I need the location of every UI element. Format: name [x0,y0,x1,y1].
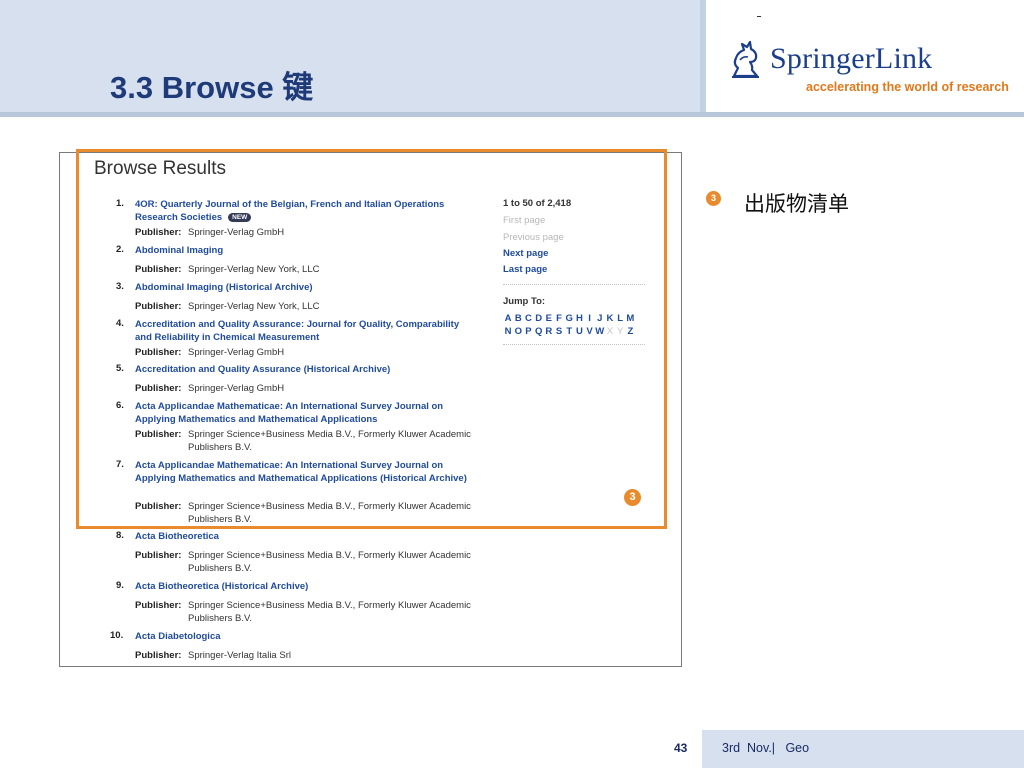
jump-letter-h[interactable]: H [574,313,584,324]
result-number: 2. [116,244,124,255]
logo-mark-dash [757,16,761,17]
jump-letter-r[interactable]: R [544,326,554,337]
jump-letter-o[interactable]: O [513,326,523,337]
result-number: 3. [116,281,124,292]
jump-letter-d[interactable]: D [534,313,544,324]
result-count: 1 to 50 of 2,418 [503,198,572,209]
publisher-label: Publisher: [135,383,182,394]
jump-letter-f[interactable]: F [554,313,564,324]
jump-letter-g[interactable]: G [564,313,574,324]
jump-to-label: Jump To: [503,296,546,307]
previous-page-link: Previous page [503,232,564,243]
jump-letter-n[interactable]: N [503,326,513,337]
result-title-link[interactable]: Acta Biotheoretica (Historical Archive) [135,580,475,593]
highlight-marker: 3 [624,489,641,506]
result-title-link[interactable]: Acta Diabetologica [135,630,475,643]
springer-horse-icon [732,40,759,78]
browse-results-heading: Browse Results [94,158,226,179]
jump-letter-c[interactable]: C [523,313,533,324]
next-page-link[interactable]: Next page [503,248,548,259]
publisher-label: Publisher: [135,600,182,611]
publisher-name: Springer Science+Business Media B.V., Fo… [188,501,471,525]
jump-letter-p[interactable]: P [523,326,533,337]
publisher-name: Springer-Verlag GmbH [188,227,285,238]
slide-title: 3.3 Browse 键 [110,70,314,105]
bullet-text: 出版物清单 [744,192,849,216]
first-page-link: First page [503,215,546,226]
jump-letter-m[interactable]: M [625,313,635,324]
publisher-label: Publisher: [135,301,182,312]
result-number: 4. [116,318,124,329]
result-number: 10. [110,630,124,641]
publisher-label: Publisher: [135,347,182,358]
publisher-name: Springer-Verlag Italia Srl [188,650,291,661]
result-title-link[interactable]: Accreditation and Quality Assurance (His… [135,363,475,376]
last-page-link[interactable]: Last page [503,264,547,275]
jump-letter-j[interactable]: J [595,313,605,324]
jump-letter-i[interactable]: I [585,313,595,324]
publisher-label: Publisher: [135,264,182,275]
jump-letter-k[interactable]: K [605,313,615,324]
header-rule [0,112,1024,117]
result-title-link[interactable]: Acta Applicandae Mathematicae: An Intern… [135,400,475,426]
result-title-link[interactable]: 4OR: Quarterly Journal of the Belgian, F… [135,198,475,224]
logo-name: SpringerLink [770,42,933,75]
result-number: 7. [116,459,124,470]
result-number: 1. [116,198,124,209]
footer-text: 3rd Nov.| Geo [722,741,810,755]
bullet-marker: 3 [706,191,721,206]
publisher-name: Springer Science+Business Media B.V., Fo… [188,550,471,574]
publisher-label: Publisher: [135,429,182,440]
jump-letter-w[interactable]: W [595,326,605,337]
browse-results-screenshot: Browse Results 1. 4OR: Quarterly Journal… [59,152,682,667]
jump-letter-u[interactable]: U [574,326,584,337]
result-title-link[interactable]: Acta Biotheoretica [135,530,475,543]
publisher-name: Springer Science+Business Media B.V., Fo… [188,600,471,624]
result-title-link[interactable]: Abdominal Imaging (Historical Archive) [135,281,475,294]
jump-letter-x: X [606,326,614,337]
publisher-name: Springer-Verlag New York, LLC [188,301,320,312]
jump-letter-s[interactable]: S [554,326,564,337]
publisher-label: Publisher: [135,650,182,661]
jump-letter-b[interactable]: B [513,313,523,324]
publisher-label: Publisher: [135,227,182,238]
publisher-name: Springer-Verlag GmbH [188,383,285,394]
sidebar-divider [503,344,645,345]
jump-letter-q[interactable]: Q [534,326,544,337]
page-number: 43 [674,741,688,755]
publisher-label: Publisher: [135,501,182,512]
header-band [0,0,700,114]
publisher-label: Publisher: [135,550,182,561]
publisher-name: Springer Science+Business Media B.V., Fo… [188,429,471,453]
result-title-link[interactable]: Acta Applicandae Mathematicae: An Intern… [135,459,475,485]
jump-letter-l[interactable]: L [615,313,625,324]
result-number: 6. [116,400,124,411]
result-title-link[interactable]: Accreditation and Quality Assurance: Jou… [135,318,475,344]
publisher-name: Springer-Verlag New York, LLC [188,264,320,275]
jump-letter-v[interactable]: V [585,326,595,337]
result-number: 8. [116,530,124,541]
jump-letter-z[interactable]: Z [625,326,635,337]
jump-letter-y: Y [616,326,624,337]
jump-letter-a[interactable]: A [503,313,513,324]
result-title-link[interactable]: Abdominal Imaging [135,244,475,257]
sidebar-divider [503,284,645,285]
jump-letter-e[interactable]: E [544,313,554,324]
result-number: 9. [116,580,124,591]
result-number: 5. [116,363,124,374]
jump-letters-row-2: NOPQRSTUVWXYZ [503,326,653,337]
new-badge: NEW [228,213,252,222]
publisher-name: Springer-Verlag GmbH [188,347,285,358]
jump-letters-row-1: ABCDEFGHIJKLM [503,313,653,324]
logo-tagline: accelerating the world of research [806,80,1009,94]
jump-letter-t[interactable]: T [564,326,574,337]
